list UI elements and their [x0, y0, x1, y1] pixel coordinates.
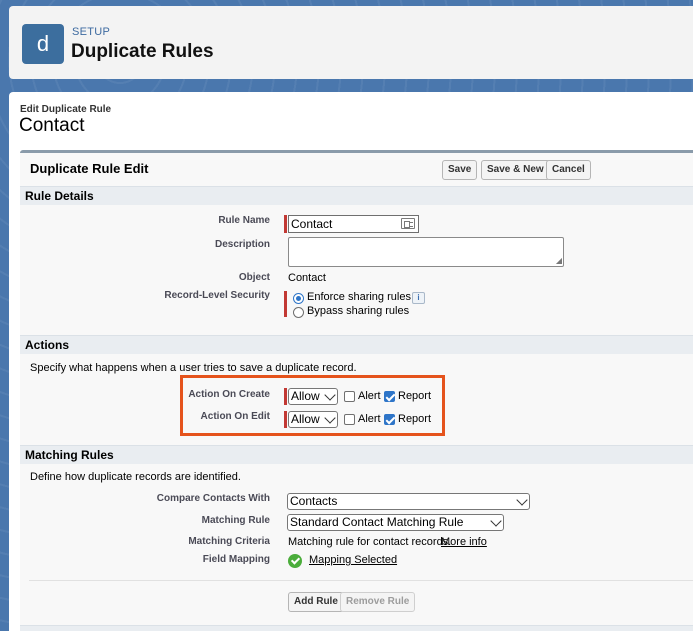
divider	[29, 580, 693, 581]
create-report-label: Report	[398, 390, 432, 402]
rule-name-label: Rule Name	[218, 215, 270, 226]
create-alert-label: Alert	[358, 390, 381, 402]
action-on-edit-label: Action On Edit	[200, 411, 270, 422]
matching-rules-header: Matching Rules	[20, 445, 693, 464]
matching-criteria-label: Matching Criteria	[188, 536, 270, 547]
edit-report-checkbox[interactable]	[384, 414, 395, 425]
edit-alert-label: Alert	[358, 413, 381, 425]
action-on-create-select[interactable]: Allow	[288, 388, 338, 405]
object-label: Object	[238, 272, 270, 283]
enforce-sharing-label: Enforce sharing rules	[307, 291, 411, 303]
compare-contacts-label: Compare Contacts With	[156, 493, 270, 504]
cancel-button[interactable]: Cancel	[546, 160, 591, 180]
rule-name-value: Contact	[291, 217, 333, 231]
create-report-checkbox[interactable]	[384, 391, 395, 402]
description-textarea[interactable]: ◢	[288, 237, 564, 267]
object-value: Contact	[288, 272, 326, 284]
chevron-down-icon	[324, 389, 336, 401]
action-on-edit-value: Allow	[291, 412, 320, 426]
action-on-create-value: Allow	[291, 389, 320, 403]
rule-details-header: Rule Details	[20, 186, 693, 205]
chevron-down-icon	[516, 494, 528, 506]
setup-avatar-icon: d	[22, 24, 64, 64]
edit-alert-checkbox[interactable]	[344, 414, 355, 425]
required-indicator	[284, 411, 287, 428]
setup-title: Duplicate Rules	[71, 41, 214, 62]
mapping-selected-link[interactable]: Mapping Selected	[309, 554, 397, 566]
description-label: Description	[214, 239, 270, 250]
matching-rule-label: Matching Rule	[201, 515, 270, 526]
block-title: Duplicate Rule Edit	[30, 161, 149, 176]
matching-rules-description: Define how duplicate records are identif…	[30, 471, 241, 483]
actions-description: Specify what happens when a user tries t…	[30, 362, 357, 374]
action-on-edit-select[interactable]: Allow	[288, 411, 338, 428]
compare-contacts-value: Contacts	[290, 494, 338, 508]
info-icon[interactable]: i	[412, 292, 425, 304]
required-indicator	[284, 215, 287, 233]
required-indicator	[284, 291, 287, 317]
rule-details-title: Rule Details	[25, 189, 94, 203]
page-title: Contact	[19, 115, 85, 136]
save-button[interactable]: Save	[442, 160, 478, 180]
chevron-down-icon	[324, 412, 336, 424]
duplicate-rule-edit-block: Duplicate Rule Edit Save Save & New Canc…	[20, 150, 693, 631]
bypass-sharing-label: Bypass sharing rules	[307, 305, 410, 317]
success-check-icon	[288, 554, 302, 568]
actions-header: Actions	[20, 335, 693, 354]
edit-report-label: Report	[398, 413, 432, 425]
rule-name-input[interactable]: Contact	[288, 215, 419, 233]
bypass-sharing-radio[interactable]	[293, 307, 304, 318]
save-and-new-button[interactable]: Save & New	[481, 160, 550, 180]
compare-contacts-select[interactable]: Contacts	[287, 493, 530, 510]
more-info-link[interactable]: More info	[441, 536, 487, 548]
setup-eyebrow: SETUP	[72, 26, 111, 38]
record-level-security-label: Record-Level Security	[164, 290, 270, 301]
next-section-header	[20, 625, 693, 631]
content-area: Edit Duplicate Rule Contact Duplicate Ru…	[9, 92, 693, 631]
matching-rule-select[interactable]: Standard Contact Matching Rule	[287, 514, 504, 531]
resize-handle-icon[interactable]: ◢	[556, 257, 562, 265]
field-lookup-icon[interactable]	[401, 218, 415, 229]
enforce-sharing-radio[interactable]	[293, 293, 304, 304]
field-mapping-label: Field Mapping	[202, 554, 270, 565]
matching-rules-title: Matching Rules	[25, 448, 114, 462]
required-indicator	[284, 388, 287, 405]
actions-title: Actions	[25, 338, 70, 352]
add-rule-button[interactable]: Add Rule	[288, 592, 344, 612]
page-eyebrow: Edit Duplicate Rule	[20, 104, 112, 115]
chevron-down-icon	[490, 515, 502, 527]
matching-rule-value: Standard Contact Matching Rule	[290, 515, 464, 529]
remove-rule-button[interactable]: Remove Rule	[340, 592, 416, 612]
create-alert-checkbox[interactable]	[344, 391, 355, 402]
setup-header: d SETUP Duplicate Rules	[9, 6, 693, 79]
action-on-create-label: Action On Create	[188, 389, 270, 400]
matching-criteria-text: Matching rule for contact records.	[288, 536, 452, 548]
